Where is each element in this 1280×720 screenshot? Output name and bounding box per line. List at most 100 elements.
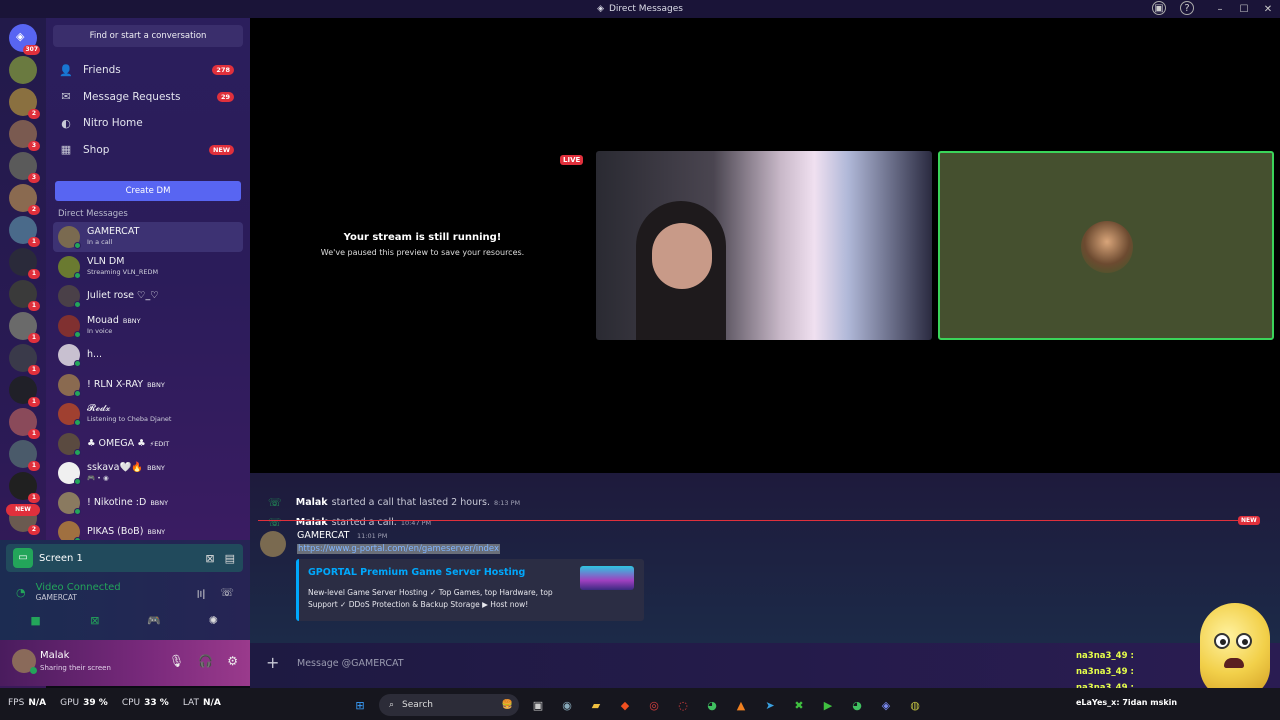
- server-icon[interactable]: 3: [9, 120, 40, 151]
- inbox-icon[interactable]: ▣: [1152, 1, 1166, 15]
- home-button[interactable]: ◈ 307: [9, 24, 40, 55]
- call-stage: Your stream is still running! We've paus…: [250, 18, 1280, 473]
- activity-button[interactable]: 🎮: [134, 614, 174, 634]
- telegram-icon[interactable]: ➤: [760, 695, 780, 715]
- server-badge: 1: [28, 333, 40, 343]
- voice-status[interactable]: Video Connected: [36, 582, 121, 593]
- app-icon[interactable]: ▲: [731, 695, 751, 715]
- xbox-icon[interactable]: ✖: [789, 695, 809, 715]
- video-tile-stream[interactable]: [596, 151, 932, 340]
- create-dm-button[interactable]: Create DM: [55, 181, 241, 201]
- discord-icon[interactable]: ◈: [876, 695, 896, 715]
- dm-name: Juliet rose ♡_♡: [87, 290, 159, 301]
- noise-suppression-icon[interactable]: 〣: [195, 586, 206, 602]
- play-icon[interactable]: ▶: [818, 695, 838, 715]
- maximize-button[interactable]: ☐: [1232, 0, 1256, 18]
- start-icon[interactable]: ⊞: [350, 695, 370, 715]
- server-icon[interactable]: 1: [9, 376, 40, 407]
- dm-item[interactable]: VLN DM Streaming VLN_REDM: [53, 252, 243, 282]
- guild-tag: BBNY: [150, 498, 169, 507]
- mic-icon[interactable]: 🎙: [169, 654, 184, 668]
- dm-item[interactable]: ! RLN X-RAY BBNY: [53, 370, 243, 400]
- avatar[interactable]: [12, 649, 37, 674]
- nav-item-shop[interactable]: ▦ Shop NEW: [54, 138, 242, 162]
- dm-name: PIKAS (BoB): [87, 526, 144, 537]
- brave-icon[interactable]: ◆: [615, 695, 635, 715]
- channel-sidebar: Find or start a conversation 👤 Friends 278…: [46, 18, 250, 540]
- video-tile-user[interactable]: [938, 151, 1274, 340]
- camera-button[interactable]: ■: [16, 614, 56, 634]
- app-icon[interactable]: ◌: [673, 695, 693, 715]
- dm-item[interactable]: h...: [53, 340, 243, 370]
- embed-thumbnail[interactable]: [580, 566, 634, 590]
- avatar: [58, 403, 81, 426]
- headphones-icon[interactable]: 🎧: [198, 654, 213, 668]
- server-icon[interactable]: 1: [9, 408, 40, 439]
- embed-title[interactable]: GPORTAL Premium Game Server Hosting: [308, 567, 525, 578]
- server-icon[interactable]: 1: [9, 440, 40, 471]
- dm-item[interactable]: ! Nikotine :D BBNY: [53, 488, 243, 518]
- username[interactable]: Malak: [40, 650, 69, 661]
- screen-share-bar[interactable]: ▭ Screen 1 ⊠ ▤: [6, 544, 243, 572]
- share-screen-button[interactable]: ⊠: [75, 614, 115, 634]
- folder-icon[interactable]: ▰: [586, 695, 606, 715]
- nav-item-nitro-home[interactable]: ◐ Nitro Home: [54, 111, 242, 135]
- server-icon[interactable]: 1: [9, 344, 40, 375]
- stop-stream-icon[interactable]: ⊠: [205, 552, 214, 565]
- dm-name: h...: [87, 349, 103, 360]
- screen-icon: ▭: [13, 548, 33, 568]
- server-icon[interactable]: 1: [9, 312, 40, 343]
- app-icon[interactable]: ◎: [644, 695, 664, 715]
- chrome-icon[interactable]: ◕: [702, 695, 722, 715]
- avatar: [58, 285, 81, 308]
- dm-item[interactable]: sskava🤍🔥 BBNY 🎮 • ◉: [53, 458, 243, 488]
- stream-ticker: eLaYes_x: 7idan mskin: [1076, 698, 1178, 707]
- nav-item-message-requests[interactable]: ✉ Message Requests 29: [54, 85, 242, 109]
- dm-item[interactable]: Mouad BBNY In voice: [53, 311, 243, 341]
- server-icon[interactable]: [9, 56, 37, 84]
- server-icon[interactable]: 1: [9, 216, 40, 247]
- server-icon[interactable]: 2: [9, 88, 40, 119]
- steam-icon[interactable]: ◉: [557, 695, 577, 715]
- new-unreads-pill[interactable]: NEW: [6, 504, 40, 516]
- server-icon[interactable]: 1: [9, 248, 40, 279]
- server-badge: 2: [28, 109, 40, 119]
- dm-item[interactable]: Juliet rose ♡_♡: [53, 281, 243, 311]
- attach-plus-icon[interactable]: +: [266, 653, 279, 672]
- disconnect-icon[interactable]: ☏: [220, 586, 234, 602]
- new-messages-divider: [258, 520, 1238, 521]
- dm-item[interactable]: GAMERCAT In a call: [53, 222, 243, 252]
- mail-icon: ✉: [61, 90, 71, 103]
- dm-item[interactable]: 𝓡𝓮𝓭𝔁 Listening to Cheba Djanet: [53, 399, 243, 429]
- app-icon[interactable]: ◍: [905, 695, 925, 715]
- chrome-icon[interactable]: ◕: [847, 695, 867, 715]
- dm-name: Mouad: [87, 314, 119, 326]
- soundboard-button[interactable]: ✺: [193, 614, 233, 634]
- face-shape: [652, 223, 712, 289]
- dm-item[interactable]: PIKAS (BoB) BBNY: [53, 517, 243, 540]
- server-badge: 1: [28, 429, 40, 439]
- server-icon[interactable]: 1: [9, 472, 40, 503]
- discord-icon: ◈: [597, 4, 604, 14]
- server-icon[interactable]: 3: [9, 152, 40, 183]
- message-input[interactable]: Message @GAMERCAT: [297, 658, 404, 669]
- help-icon[interactable]: ?: [1180, 1, 1194, 15]
- nav-label: Nitro Home: [83, 117, 143, 129]
- nav-item-friends[interactable]: 👤 Friends 278: [54, 58, 242, 82]
- voice-channel[interactable]: GAMERCAT: [36, 593, 121, 603]
- task-view-icon[interactable]: ▣: [528, 695, 548, 715]
- message-author[interactable]: GAMERCAT: [297, 530, 349, 541]
- close-button[interactable]: ✕: [1256, 0, 1280, 18]
- find-conversation-button[interactable]: Find or start a conversation: [53, 25, 243, 47]
- taskbar-search[interactable]: ⌕ Search 🍔: [379, 694, 519, 716]
- dm-item[interactable]: ♣ OMEGA ♣ ⚡EDIT: [53, 429, 243, 459]
- stream-settings-icon[interactable]: ▤: [225, 552, 235, 565]
- dm-name: sskava🤍🔥: [87, 462, 144, 473]
- message-avatar[interactable]: [260, 531, 286, 557]
- minimize-button[interactable]: –: [1208, 0, 1232, 18]
- server-icon[interactable]: 2: [9, 184, 40, 215]
- server-icon[interactable]: 1: [9, 280, 40, 311]
- gear-icon[interactable]: ⚙: [227, 654, 238, 668]
- nav-badge: 278: [212, 65, 234, 75]
- message-link[interactable]: https://www.g-portal.com/en/gameserver/i…: [297, 544, 501, 554]
